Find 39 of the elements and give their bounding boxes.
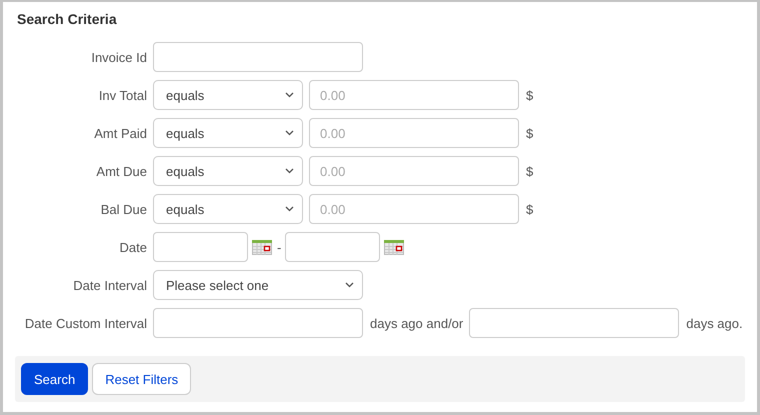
- input-field[interactable]: [153, 42, 363, 72]
- range-separator: -: [277, 240, 282, 254]
- chevron-icon: [285, 130, 294, 136]
- dropdown[interactable]: equals: [153, 194, 303, 224]
- field-text: days ago and/or: [370, 316, 464, 330]
- amount-field[interactable]: 0.00: [309, 118, 519, 148]
- dropdown[interactable]: equals: [153, 80, 303, 110]
- input-field[interactable]: [469, 308, 680, 338]
- field-label: Date: [118, 240, 147, 254]
- date-field[interactable]: [285, 232, 380, 262]
- field-label: Invoice Id: [90, 50, 147, 64]
- calendar-icon[interactable]: [252, 240, 272, 254]
- currency-symbol: $: [526, 202, 534, 216]
- currency-symbol: $: [526, 126, 534, 140]
- field-text: days ago.: [686, 316, 743, 330]
- field-label: Date Interval: [72, 278, 147, 292]
- field-label: Bal Due: [100, 202, 147, 216]
- calendar-icon[interactable]: [384, 240, 404, 254]
- field-label: Inv Total: [98, 88, 147, 102]
- field-label: Amt Due: [95, 164, 147, 178]
- dropdown[interactable]: equals: [153, 156, 303, 186]
- reset-button[interactable]: Reset Filters: [92, 363, 192, 395]
- currency-symbol: $: [526, 88, 534, 102]
- dropdown[interactable]: equals: [153, 118, 303, 148]
- amount-field[interactable]: 0.00: [309, 80, 519, 110]
- chevron-icon: [285, 168, 294, 174]
- search-button[interactable]: Search: [21, 363, 88, 395]
- chevron-icon: [285, 92, 294, 98]
- dropdown[interactable]: Please select one: [153, 270, 363, 300]
- chevron-icon: [345, 282, 354, 288]
- amount-field[interactable]: 0.00: [309, 156, 519, 186]
- currency-symbol: $: [526, 164, 534, 178]
- chevron-icon: [285, 206, 294, 212]
- input-field[interactable]: [153, 308, 363, 338]
- field-label: Date Custom Interval: [24, 316, 147, 330]
- section-title: Search Criteria: [17, 11, 118, 27]
- date-field[interactable]: [153, 232, 248, 262]
- field-label: Amt Paid: [93, 126, 147, 140]
- amount-field[interactable]: 0.00: [309, 194, 519, 224]
